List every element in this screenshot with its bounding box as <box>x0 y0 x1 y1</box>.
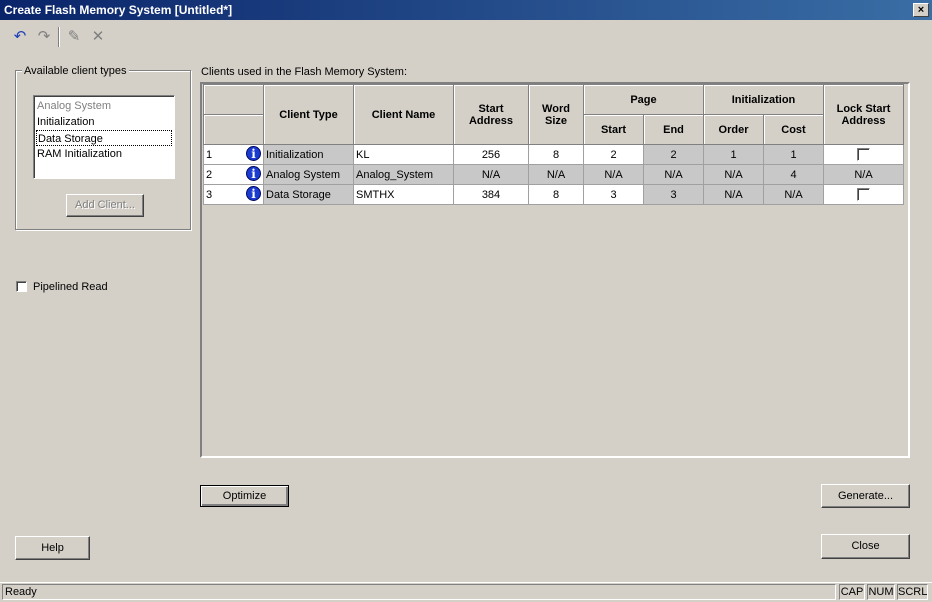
window-title-bar: Create Flash Memory System [Untitled*] <box>0 0 932 20</box>
header-start-address[interactable]: Start Address <box>453 84 529 145</box>
header-page-end[interactable]: End <box>643 114 704 145</box>
word-size-cell[interactable]: 8 <box>528 184 584 205</box>
word-size-cell: N/A <box>528 164 584 185</box>
generate-button[interactable]: Generate... <box>821 484 910 508</box>
row-header-corner-lower <box>203 114 264 145</box>
client-type-item[interactable]: Data Storage <box>36 130 172 146</box>
client-type-cell[interactable]: Initialization <box>263 144 354 165</box>
header-page-start[interactable]: Start <box>583 114 644 145</box>
table-row[interactable]: 1i Initialization KL 256 8 2 2 1 1 <box>203 144 904 165</box>
table-row[interactable]: 3i Data Storage SMTHX 384 8 3 3 N/A N/A <box>203 184 904 205</box>
header-client-name[interactable]: Client Name <box>353 84 454 145</box>
client-type-item[interactable]: RAM Initialization <box>36 146 172 162</box>
row-number: 2 <box>206 168 213 181</box>
window-title: Create Flash Memory System [Untitled*] <box>4 3 233 17</box>
header-page[interactable]: Page <box>583 84 704 115</box>
lock-start-address-cell[interactable] <box>823 184 904 205</box>
page-end-cell: 2 <box>643 144 704 165</box>
header-lock-start-address[interactable]: Lock Start Address <box>823 84 904 145</box>
row-header-corner <box>203 84 264 115</box>
info-icon[interactable]: i <box>246 166 261 181</box>
scrl-indicator: SCRL <box>897 584 928 600</box>
header-client-type[interactable]: Client Type <box>263 84 354 145</box>
page-start-cell: N/A <box>583 164 644 185</box>
edit-icon[interactable]: ✎ <box>63 26 85 48</box>
start-address-cell[interactable]: 256 <box>453 144 529 165</box>
undo-icon[interactable]: ↶ <box>9 26 31 48</box>
init-order-cell: N/A <box>703 184 764 205</box>
num-indicator: NUM <box>867 584 895 600</box>
pipelined-read-label: Pipelined Read <box>33 281 108 293</box>
lock-start-address-cell: N/A <box>823 164 904 185</box>
init-cost-cell: 1 <box>763 144 824 165</box>
clients-grid-caption: Clients used in the Flash Memory System: <box>201 66 408 78</box>
row-number: 1 <box>206 148 213 161</box>
client-name-cell[interactable]: SMTHX <box>353 184 454 205</box>
clients-grid: Client Type Client Name Start Address Wo… <box>203 84 904 205</box>
lock-start-address-checkbox[interactable] <box>857 188 870 201</box>
close-window-button[interactable]: × <box>913 3 929 17</box>
client-name-cell[interactable]: Analog_System <box>353 164 454 185</box>
page-end-cell: 3 <box>643 184 704 205</box>
row-number-cell[interactable]: 2i <box>203 164 264 185</box>
start-address-cell: N/A <box>453 164 529 185</box>
start-address-cell[interactable]: 384 <box>453 184 529 205</box>
header-word-size[interactable]: Word Size <box>528 84 584 145</box>
toolbar-separator <box>58 27 60 47</box>
redo-icon[interactable]: ↷ <box>33 26 55 48</box>
close-button[interactable]: Close <box>821 534 910 559</box>
row-number-cell[interactable]: 1i <box>203 144 264 165</box>
page-start-cell[interactable]: 2 <box>583 144 644 165</box>
status-text: Ready <box>2 584 836 600</box>
init-cost-cell: N/A <box>763 184 824 205</box>
lock-start-address-checkbox[interactable] <box>857 148 870 161</box>
header-init-order[interactable]: Order <box>703 114 764 145</box>
table-row[interactable]: 2i Analog System Analog_System N/A N/A N… <box>203 164 904 185</box>
init-cost-cell: 4 <box>763 164 824 185</box>
lock-start-address-cell[interactable] <box>823 144 904 165</box>
client-type-cell[interactable]: Data Storage <box>263 184 354 205</box>
pipelined-read-checkbox[interactable] <box>16 281 27 292</box>
info-icon[interactable]: i <box>246 146 261 161</box>
header-init-cost[interactable]: Cost <box>763 114 824 145</box>
client-type-cell[interactable]: Analog System <box>263 164 354 185</box>
cap-indicator: CAP <box>839 584 865 600</box>
delete-icon[interactable]: ✕ <box>87 26 109 48</box>
init-order-cell: N/A <box>703 164 764 185</box>
client-type-item[interactable]: Analog System <box>36 98 172 114</box>
page-end-cell: N/A <box>643 164 704 185</box>
client-type-item[interactable]: Initialization <box>36 114 172 130</box>
row-number-cell[interactable]: 3i <box>203 184 264 205</box>
add-client-button[interactable]: Add Client... <box>66 194 144 217</box>
row-number: 3 <box>206 188 213 201</box>
help-button[interactable]: Help <box>15 536 90 560</box>
info-icon[interactable]: i <box>246 186 261 201</box>
optimize-button[interactable]: Optimize <box>200 485 289 507</box>
word-size-cell[interactable]: 8 <box>528 144 584 165</box>
page-start-cell[interactable]: 3 <box>583 184 644 205</box>
client-types-group-label: Available client types <box>22 64 129 78</box>
client-name-cell[interactable]: KL <box>353 144 454 165</box>
client-types-list[interactable]: Analog System Initialization Data Storag… <box>33 95 175 179</box>
header-initialization[interactable]: Initialization <box>703 84 824 115</box>
init-order-cell: 1 <box>703 144 764 165</box>
